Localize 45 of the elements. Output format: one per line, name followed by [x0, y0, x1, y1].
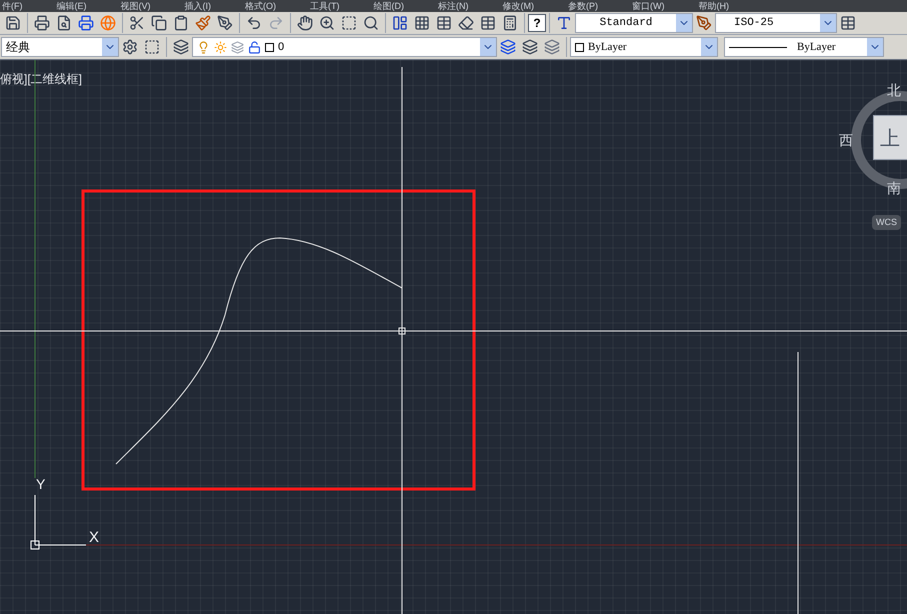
caret-icon — [676, 14, 692, 32]
color-swatch-icon — [575, 42, 584, 52]
caret-icon — [102, 38, 118, 56]
menu-item[interactable]: 标注(N) — [438, 1, 468, 11]
menu-item[interactable]: 参数(P) — [568, 1, 598, 11]
bulb-icon — [197, 40, 210, 54]
linetype-value: ByLayer — [797, 40, 836, 55]
compass-west[interactable]: 西 — [839, 130, 853, 151]
layer-name: 0 — [278, 40, 284, 55]
help-button[interactable]: ? — [528, 14, 546, 32]
menu-item[interactable]: 窗口(W) — [632, 1, 664, 11]
menu-item[interactable]: 绘图(D) — [374, 1, 404, 11]
caret-icon — [480, 38, 496, 56]
text-style-dropdown[interactable]: Standard — [575, 13, 693, 33]
ucs-y-label: Y — [36, 475, 46, 494]
caret-icon — [867, 38, 883, 56]
menu-item[interactable]: 修改(M) — [502, 1, 534, 11]
menu-item[interactable]: 视图(V) — [120, 1, 150, 11]
viewcube-face[interactable]: 上 — [873, 115, 907, 160]
menu-item[interactable]: 插入(I) — [184, 1, 211, 11]
ucs-icon — [30, 494, 86, 550]
dimension-style-value: ISO-25 — [734, 16, 774, 31]
menu-item[interactable]: 格式(O) — [245, 1, 276, 11]
color-dropdown[interactable]: ByLayer — [570, 37, 718, 57]
workspace-value: 经典 — [6, 39, 30, 56]
wcs-button[interactable]: WCS — [872, 215, 901, 230]
color-swatch-icon — [265, 42, 274, 52]
unlock-icon — [248, 40, 261, 54]
compass-north[interactable]: 北 — [887, 80, 901, 101]
caret-icon — [701, 38, 717, 56]
menu-item[interactable]: 工具(T) — [310, 1, 340, 11]
menu-item[interactable]: 件(F) — [2, 1, 22, 11]
ucs-x-label: X — [89, 528, 100, 548]
dimension-style-dropdown[interactable]: ISO-25 — [715, 13, 837, 33]
caret-icon — [820, 14, 836, 32]
layer-dropdown[interactable]: 0 — [192, 37, 497, 57]
menu-item[interactable]: 编辑(E) — [56, 1, 86, 11]
menu-item[interactable]: 帮助(H) — [698, 1, 729, 11]
sun-icon — [214, 40, 227, 54]
workspace-dropdown[interactable]: 经典 — [1, 37, 119, 57]
text-style-value: Standard — [600, 16, 652, 31]
compass-south[interactable]: 南 — [887, 178, 901, 199]
line-sample-icon — [729, 46, 787, 48]
linetype-dropdown[interactable]: ByLayer — [724, 37, 884, 57]
color-value: ByLayer — [588, 40, 626, 55]
